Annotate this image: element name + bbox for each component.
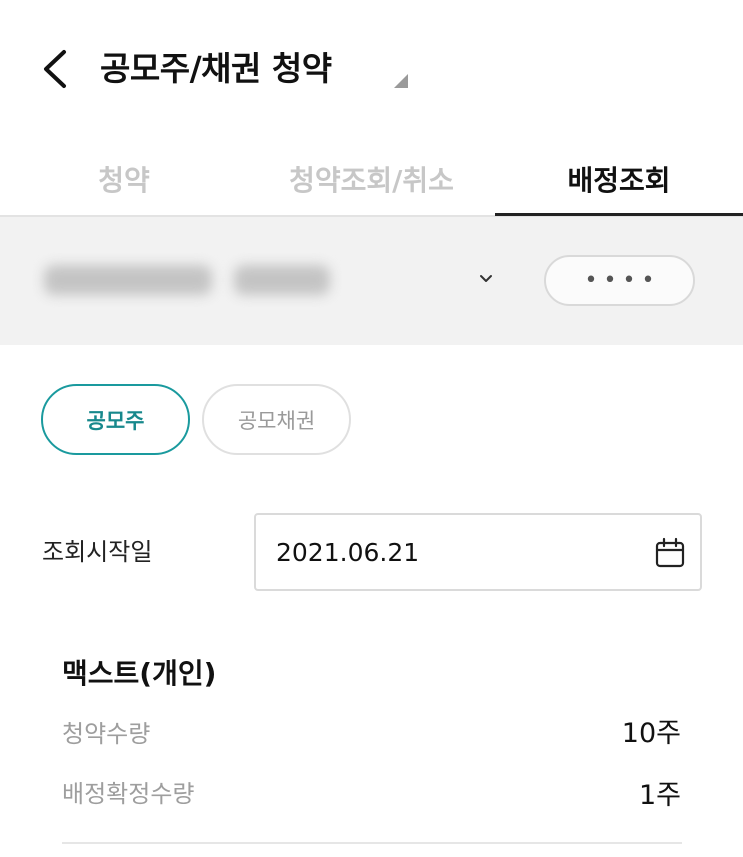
calendar-icon[interactable] xyxy=(654,537,686,569)
tab-subscribe[interactable]: 청약 xyxy=(0,140,248,217)
password-field[interactable]: •••• xyxy=(544,255,695,306)
filter-bond-button[interactable]: 공모채권 xyxy=(202,384,351,455)
back-button[interactable] xyxy=(36,46,80,92)
tab-allocation-inquiry[interactable]: 배정조회 xyxy=(495,140,743,217)
active-tab-indicator xyxy=(495,213,743,216)
subscription-quantity-label: 청약수량 xyxy=(62,720,151,748)
allocated-quantity-label: 배정확정수량 xyxy=(62,780,195,808)
filter-ipo-button[interactable]: 공모주 xyxy=(41,384,190,455)
allocated-quantity-value: 1주 xyxy=(638,780,681,811)
account-number-redacted xyxy=(44,265,212,295)
account-name-redacted xyxy=(234,265,330,295)
chevron-down-icon[interactable] xyxy=(474,266,498,290)
password-mask: •••• xyxy=(584,268,661,293)
stock-name: 맥스트(개인) xyxy=(62,657,217,690)
page-title[interactable]: 공모주/채권 청약 xyxy=(100,46,332,92)
divider xyxy=(62,842,682,844)
start-date-value: 2021.06.21 xyxy=(276,538,420,567)
tab-bar: 청약 청약조회/취소 배정조회 xyxy=(0,140,743,217)
app-header: 공모주/채권 청약 xyxy=(0,0,743,140)
dropdown-caret-icon[interactable] xyxy=(394,74,408,88)
account-selector[interactable] xyxy=(44,260,330,300)
chevron-left-icon xyxy=(44,50,66,88)
tab-subscription-inquiry-cancel[interactable]: 청약조회/취소 xyxy=(248,140,495,217)
subscription-quantity-value: 10주 xyxy=(621,718,681,749)
start-date-field[interactable]: 2021.06.21 xyxy=(254,513,702,591)
start-date-label: 조회시작일 xyxy=(42,538,153,566)
